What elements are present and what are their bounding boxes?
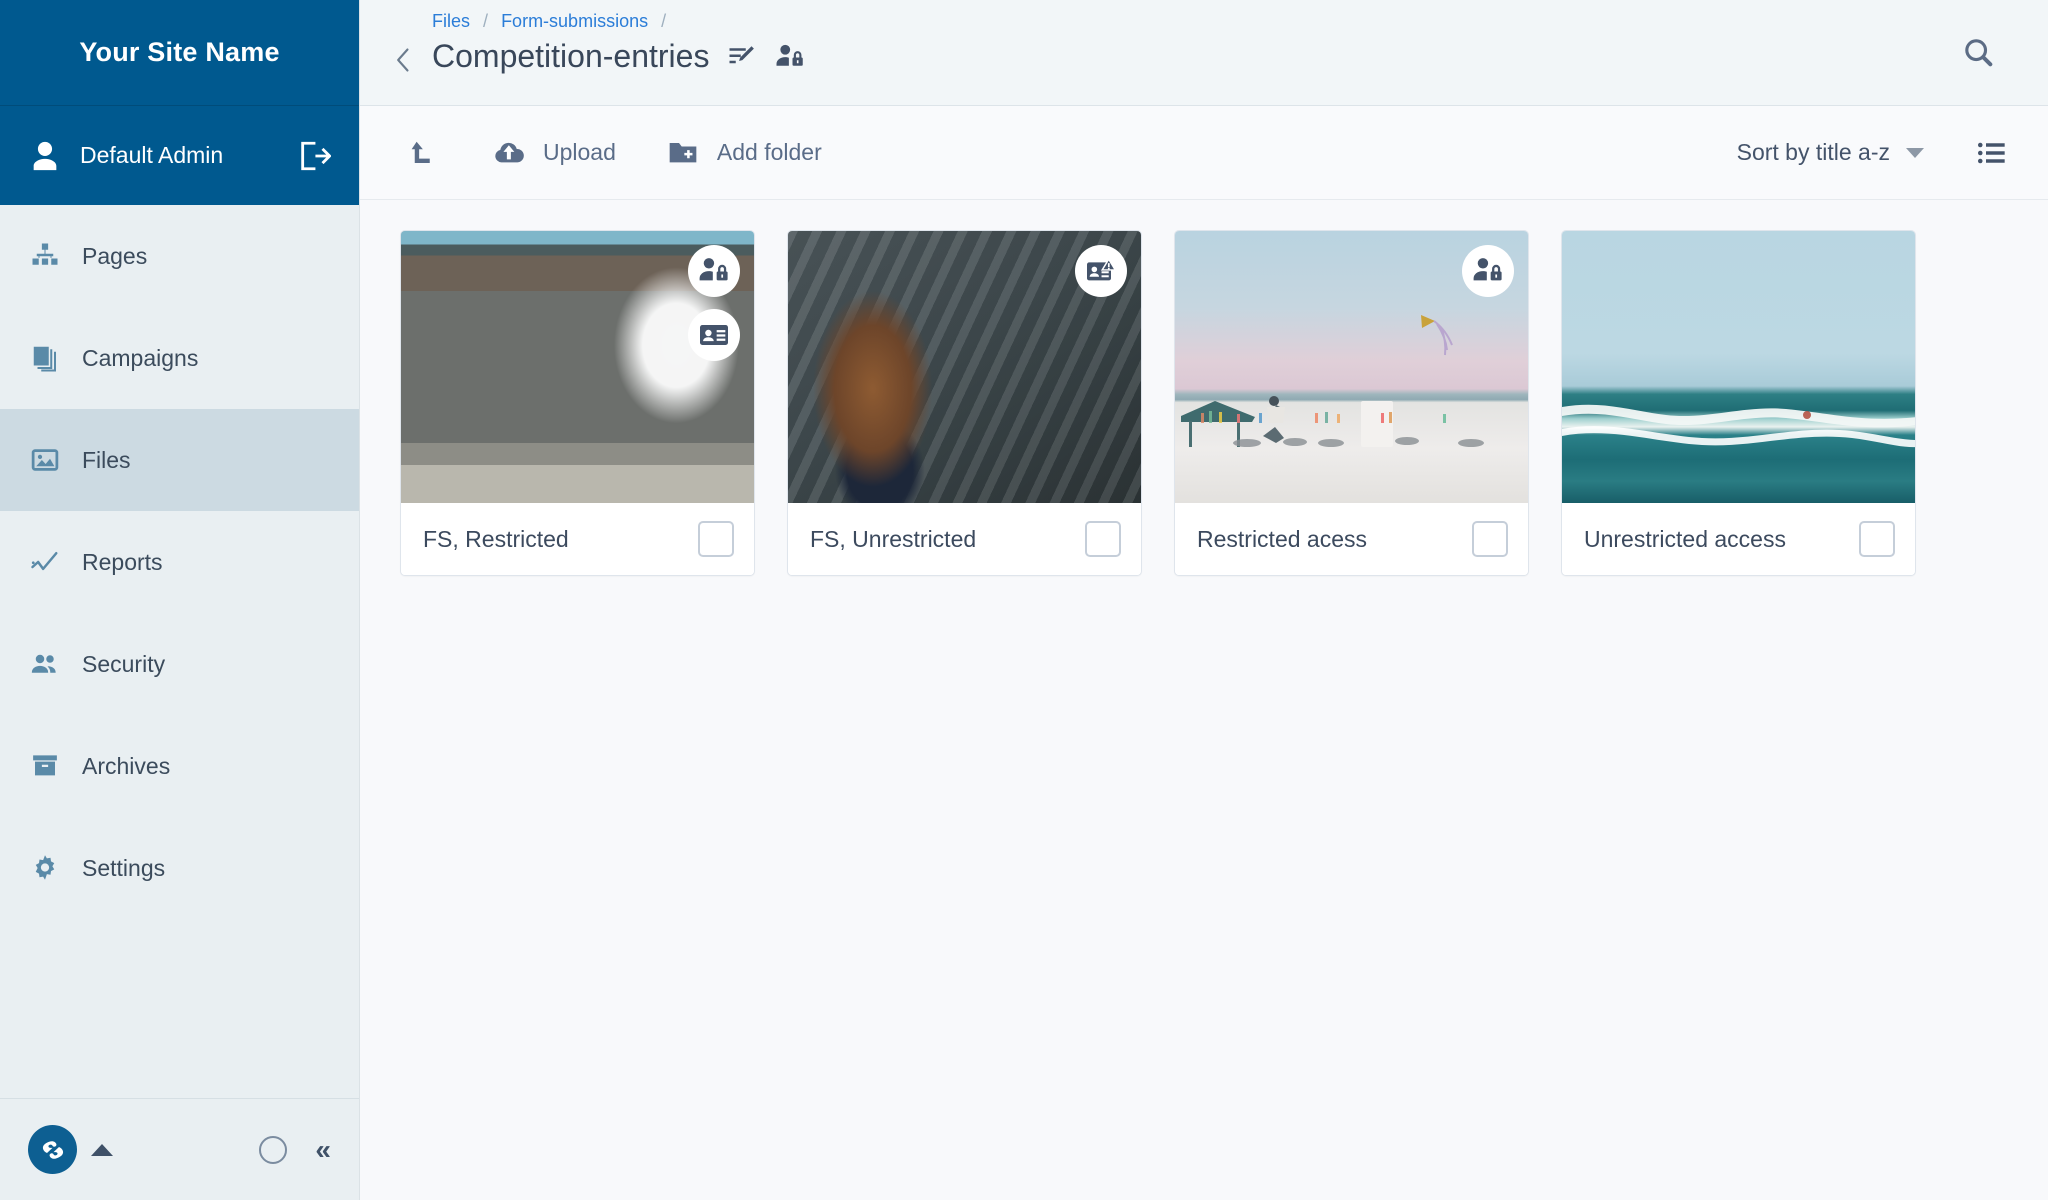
sidebar-item-archives[interactable]: Archives (0, 715, 359, 817)
users-icon (28, 647, 62, 681)
logout-icon[interactable] (297, 139, 332, 173)
thumbnail-image (1562, 231, 1915, 503)
image-icon (28, 443, 62, 477)
file-card-footer: FS, Restricted (401, 503, 754, 575)
sort-dropdown[interactable]: Sort by title a-z (1737, 139, 1924, 166)
file-select-checkbox[interactable] (1085, 521, 1121, 557)
user-name: Default Admin (80, 142, 224, 168)
file-thumbnail (1562, 231, 1915, 503)
sidebar-item-label: Pages (82, 242, 148, 269)
breadcrumb-separator: / (661, 11, 667, 31)
file-badges (1462, 245, 1514, 297)
layers-icon (28, 341, 62, 375)
file-card-footer: Unrestricted access (1562, 503, 1915, 575)
site-brand[interactable]: Your Site Name (0, 0, 359, 106)
search-icon[interactable] (1962, 36, 1996, 70)
add-folder-label: Add folder (716, 139, 822, 165)
breadcrumb-separator: / (483, 11, 489, 31)
files-content: FS, Restricted FS, Unrestricted Restrict… (360, 200, 2048, 1200)
file-card[interactable]: FS, Restricted (400, 230, 755, 576)
sidebar-item-pages[interactable]: Pages (0, 205, 359, 307)
folder-plus-icon (662, 137, 704, 169)
id-card-icon[interactable] (688, 309, 740, 361)
sidebar-item-reports[interactable]: Reports (0, 511, 359, 613)
chevron-left-icon[interactable] (390, 30, 418, 90)
file-card-footer: Restricted acess (1175, 503, 1528, 575)
file-select-checkbox[interactable] (1472, 521, 1508, 557)
file-card[interactable]: FS, Unrestricted (787, 230, 1142, 576)
title-row: Competition-entries (432, 38, 805, 75)
list-view-icon[interactable] (1976, 137, 2008, 169)
sidebar-item-label: Security (82, 650, 166, 677)
sidebar-item-settings[interactable]: Settings (0, 817, 359, 919)
sidebar-item-campaigns[interactable]: Campaigns (0, 307, 359, 409)
upload-button[interactable]: Upload (488, 137, 616, 169)
sidebar-item-files[interactable]: Files (0, 409, 359, 511)
add-folder-button[interactable]: Add folder (662, 137, 822, 169)
person-lock-icon[interactable] (688, 245, 740, 297)
header-titles: Files / Form-submissions / Competition-e… (432, 0, 805, 75)
sitemap-icon (28, 239, 62, 273)
file-select-checkbox[interactable] (1859, 521, 1895, 557)
parent-folder-button[interactable] (400, 138, 442, 168)
edit-list-icon[interactable] (727, 42, 757, 72)
file-thumbnail (1175, 231, 1528, 503)
main-area: Files / Form-submissions / Competition-e… (360, 0, 2048, 1200)
page-title: Competition-entries (432, 38, 710, 74)
chart-line-icon (28, 545, 62, 579)
id-card-warning-icon[interactable] (1075, 245, 1127, 297)
breadcrumb-item-form-submissions[interactable]: Form-submissions (501, 11, 648, 31)
caret-up-icon[interactable] (91, 1143, 113, 1156)
file-title: Unrestricted access (1584, 525, 1786, 552)
person-lock-icon[interactable] (1462, 245, 1514, 297)
sidebar-item-label: Campaigns (82, 344, 199, 371)
sidebar-footer: « (0, 1098, 359, 1200)
files-grid: FS, Restricted FS, Unrestricted Restrict… (400, 230, 2008, 576)
sidebar-item-label: Settings (82, 854, 166, 881)
file-badges (688, 245, 740, 361)
sidebar-nav: Pages Campaigns Files Reports Security A… (0, 205, 359, 1098)
file-badges (1075, 245, 1127, 297)
file-title: FS, Unrestricted (810, 525, 977, 552)
sidebar-item-label: Reports (82, 548, 163, 575)
breadcrumb-item-files[interactable]: Files (432, 11, 470, 31)
sidebar-item-label: Archives (82, 752, 171, 779)
file-card[interactable]: Unrestricted access (1561, 230, 1916, 576)
level-up-arrow-icon (400, 138, 442, 168)
file-select-checkbox[interactable] (698, 521, 734, 557)
file-card[interactable]: Restricted acess (1174, 230, 1529, 576)
upload-label: Upload (543, 139, 616, 165)
file-thumbnail (401, 231, 754, 503)
person-lock-icon[interactable] (775, 42, 805, 72)
file-title: FS, Restricted (423, 525, 569, 552)
file-thumbnail (788, 231, 1141, 503)
user-icon (28, 139, 62, 173)
site-name: Your Site Name (79, 37, 280, 67)
app-root: Your Site Name Default Admin Pages Campa… (0, 0, 2048, 1200)
file-title: Restricted acess (1197, 525, 1368, 552)
file-card-footer: FS, Unrestricted (788, 503, 1141, 575)
files-toolbar: Upload Add folder Sort by title a-z (360, 106, 2048, 200)
breadcrumb: Files / Form-submissions / (432, 8, 805, 34)
cloud-upload-icon (488, 137, 530, 169)
silverstripe-logo-icon[interactable] (28, 1125, 77, 1174)
gear-icon (28, 851, 62, 885)
caret-down-icon (1906, 147, 1924, 158)
sidebar: Your Site Name Default Admin Pages Campa… (0, 0, 360, 1200)
user-bar: Default Admin (0, 106, 359, 205)
double-chevron-left-icon[interactable]: « (315, 1135, 331, 1164)
sidebar-item-security[interactable]: Security (0, 613, 359, 715)
sidebar-item-label: Files (82, 446, 131, 473)
sort-label: Sort by title a-z (1736, 139, 1890, 165)
archive-box-icon (28, 749, 62, 783)
circle-icon[interactable] (259, 1135, 288, 1164)
page-header: Files / Form-submissions / Competition-e… (360, 0, 2048, 106)
